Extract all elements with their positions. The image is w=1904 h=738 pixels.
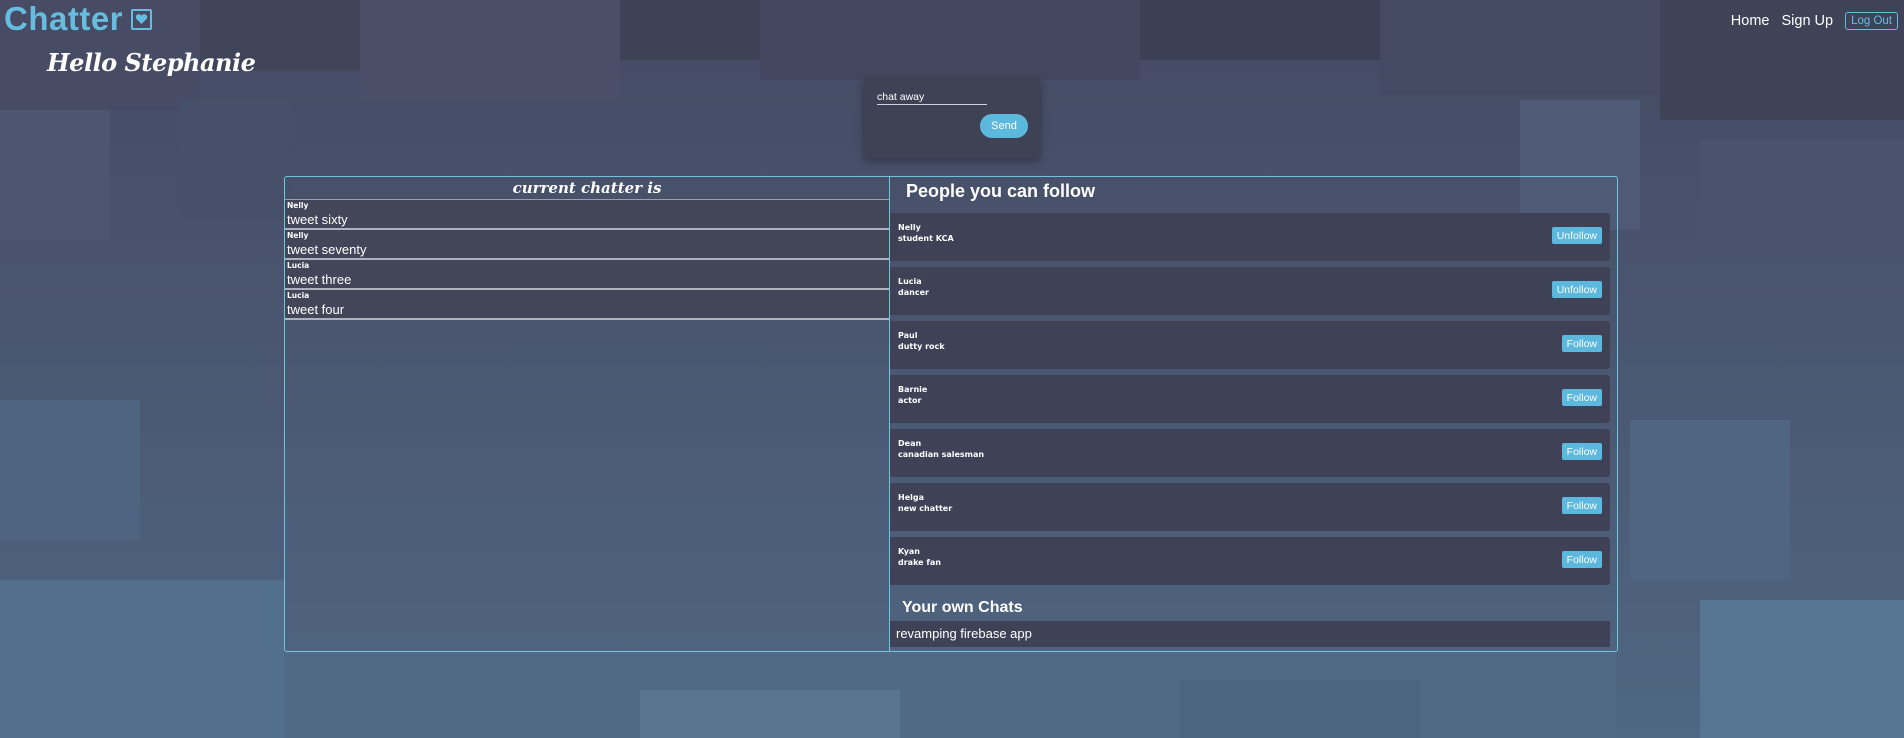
person-card: Barnie actor Follow [890,375,1610,423]
person-card: Paul dutty rock Follow [890,321,1610,369]
person-bio: drake fan [898,558,941,567]
nav-signup-link[interactable]: Sign Up [1781,13,1833,29]
person-card: Nelly student KCA Unfollow [890,213,1610,261]
top-nav: Home Sign Up Log Out [1731,12,1898,30]
chatter-feed: current chatter is Nelly tweet sixty Nel… [285,177,890,651]
tweet-text: tweet three [287,272,352,287]
follow-button[interactable]: Follow [1561,389,1602,406]
person-bio: student KCA [898,234,954,243]
feed-title: current chatter is [285,177,889,200]
person-name: Kyan [898,547,920,556]
person-bio: new chatter [898,504,953,513]
tweet-text: tweet four [287,302,345,317]
person-card: Helga new chatter Follow [890,483,1610,531]
people-title: People you can follow [906,181,1096,201]
unfollow-button[interactable]: Unfollow [1551,227,1602,244]
nav-home-link[interactable]: Home [1731,13,1770,29]
main-panel: current chatter is Nelly tweet sixty Nel… [284,176,1618,652]
person-card: Dean canadian salesman Follow [890,429,1610,477]
greeting-text: Hello Stephanie [47,48,256,77]
send-button[interactable]: Send [980,114,1028,138]
tweet-author: Nelly [287,201,309,210]
person-bio: dancer [898,288,929,297]
tweet-item: Lucia tweet three [285,260,889,290]
chat-input[interactable] [877,91,987,105]
tweet-text: tweet seventy [287,242,367,257]
brand-logo[interactable]: Chatter [4,0,153,38]
tweet-item: Nelly tweet sixty [285,200,889,230]
unfollow-button[interactable]: Unfollow [1551,281,1602,298]
tweet-text: tweet sixty [287,212,348,227]
person-name: Paul [898,331,918,340]
follow-button[interactable]: Follow [1561,443,1602,460]
brand-name: Chatter [4,0,124,37]
person-card: Kyan drake fan Follow [890,537,1610,585]
own-chats-title: Your own Chats [902,599,1023,616]
people-panel: People you can follow Nelly student KCA … [890,177,1617,651]
person-name: Lucia [898,277,922,286]
follow-button[interactable]: Follow [1561,335,1602,352]
own-chat-item: revamping firebase app [890,621,1610,647]
person-bio: canadian salesman [898,450,985,459]
person-bio: dutty rock [898,342,945,351]
person-name: Nelly [898,223,921,232]
heart-icon [131,8,153,30]
tweet-author: Lucia [287,291,310,300]
compose-panel: Send [864,79,1040,159]
tweet-item: Nelly tweet seventy [285,230,889,260]
person-bio: actor [898,396,922,405]
person-name: Dean [898,439,922,448]
tweet-author: Lucia [287,261,310,270]
people-list: Nelly student KCA Unfollow Lucia dancer … [890,213,1610,591]
person-name: Barnie [898,385,928,394]
tweet-item: Lucia tweet four [285,290,889,320]
person-name: Helga [898,493,924,502]
tweet-author: Nelly [287,231,309,240]
logout-button[interactable]: Log Out [1845,12,1898,30]
person-card: Lucia dancer Unfollow [890,267,1610,315]
follow-button[interactable]: Follow [1561,551,1602,568]
follow-button[interactable]: Follow [1561,497,1602,514]
